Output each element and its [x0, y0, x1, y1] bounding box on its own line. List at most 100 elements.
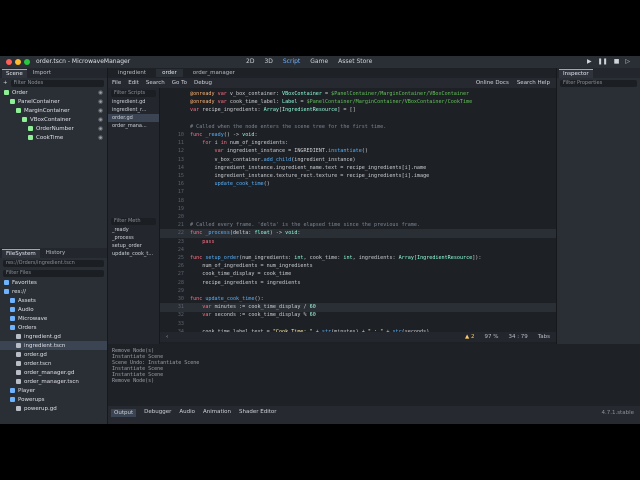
visibility-icon[interactable]: ◉	[98, 135, 103, 141]
tab-shader-editor[interactable]: Shader Editor	[239, 409, 277, 417]
file-item-label: Player	[18, 387, 36, 394]
code-text: for i in num_of_ingredients:	[202, 140, 289, 147]
file-item[interactable]: Powerups	[0, 395, 107, 404]
script-list-item[interactable]: order_mana...	[108, 122, 159, 130]
tab-filesystem[interactable]: FileSystem	[2, 248, 40, 258]
mode-asset-store[interactable]: Asset Store	[338, 58, 372, 65]
file-item[interactable]: ingredient.gd	[0, 332, 107, 341]
code-text: recipe_ingredients = ingredients	[190, 279, 301, 286]
scene-node[interactable]: MarginContainer ◉	[0, 106, 107, 115]
menu-search[interactable]: Search	[146, 80, 165, 86]
mode-3d[interactable]: 3D	[264, 58, 272, 65]
file-item[interactable]: Player	[0, 386, 107, 395]
mode-2d[interactable]: 2D	[246, 58, 254, 65]
file-icon	[16, 334, 21, 339]
scene-node[interactable]: OrderNumber ◉	[0, 124, 107, 133]
code-editor[interactable]: @onready var v_box_container: VBoxContai…	[160, 88, 556, 356]
collapse-icon[interactable]: ‹	[166, 334, 168, 340]
search-help-link[interactable]: Search Help	[517, 80, 550, 86]
minimize-icon[interactable]	[15, 59, 21, 65]
node-icon	[16, 108, 21, 113]
filter-properties-input[interactable]: Filter Properties	[560, 79, 637, 87]
scene-node-label: VBoxContainer	[30, 116, 71, 123]
scene-node[interactable]: PanelContainer ◉	[0, 97, 107, 106]
file-item[interactable]: Favorites	[0, 278, 107, 287]
code-text: var recipe_ingredients: Array[Ingredient…	[190, 107, 356, 114]
tab-import[interactable]: Import	[29, 69, 55, 77]
folder-icon	[4, 280, 9, 285]
file-item[interactable]: order_manager.tscn	[0, 377, 107, 386]
play-scene-icon[interactable]: ▷	[625, 58, 630, 65]
file-item[interactable]: Orders	[0, 323, 107, 332]
file-item-label: Assets	[18, 297, 36, 304]
indent-mode[interactable]: Tabs	[538, 334, 550, 340]
method-list-item[interactable]: _ready	[108, 226, 159, 234]
tab-inspector[interactable]: Inspector	[559, 68, 593, 78]
script-list-item[interactable]: ingredient.gd	[108, 98, 159, 106]
visibility-icon[interactable]: ◉	[98, 90, 103, 96]
file-item-label: order_manager.gd	[24, 369, 75, 376]
file-item[interactable]: Microwave	[0, 314, 107, 323]
warnings-count[interactable]: ▲ 2	[465, 334, 474, 340]
mode-script[interactable]: Script	[283, 58, 300, 65]
file-item[interactable]: order_manager.gd	[0, 368, 107, 377]
tab-animation[interactable]: Animation	[203, 409, 231, 417]
visibility-icon[interactable]: ◉	[98, 126, 103, 132]
script-list-item[interactable]: order.gd	[108, 114, 159, 122]
menu-file[interactable]: File	[112, 80, 121, 86]
method-list-item[interactable]: setup_order	[108, 242, 159, 250]
filter-methods-input[interactable]: Filter Meth	[111, 217, 156, 225]
menu-edit[interactable]: Edit	[128, 80, 139, 86]
code-text: var seconds := cook_time_display % 60	[202, 312, 316, 319]
close-icon[interactable]	[6, 59, 12, 65]
tab-debugger[interactable]: Debugger	[144, 409, 171, 417]
tab-scene[interactable]: Scene	[2, 68, 27, 78]
filesystem-dock: FileSystem History res://Orders/ingredie…	[0, 248, 108, 424]
tab-order_manager[interactable]: order_manager	[187, 69, 241, 77]
pause-icon[interactable]: ❚❚	[598, 58, 608, 65]
mode-game[interactable]: Game	[310, 58, 328, 65]
method-list-item[interactable]: update_cook_t...	[108, 250, 159, 258]
file-item[interactable]: Assets	[0, 296, 107, 305]
file-item[interactable]: order.tscn	[0, 359, 107, 368]
scene-node[interactable]: Order ◉	[0, 88, 107, 97]
scene-node-label: CookTime	[36, 134, 64, 141]
code-text: ingredient_instance.ingredient_name.text…	[190, 164, 427, 171]
add-node-icon[interactable]: +	[3, 80, 8, 86]
file-item[interactable]: ingredient.tscn	[0, 341, 107, 350]
code-status-bar: ‹ ▲ 2 97 % 34 : 79 Tabs	[160, 332, 556, 342]
folder-icon	[10, 397, 15, 402]
play-icon[interactable]: ▶	[587, 58, 592, 65]
tab-order[interactable]: order	[156, 69, 183, 77]
menu-go-to[interactable]: Go To	[172, 80, 187, 86]
inspector-tabs: Inspector	[557, 68, 640, 78]
file-item[interactable]: res://	[0, 287, 107, 296]
tab-ingredient[interactable]: ingredient	[112, 69, 152, 77]
zoom-icon[interactable]	[24, 59, 30, 65]
zoom-level[interactable]: 97 %	[484, 334, 498, 340]
scene-node[interactable]: VBoxContainer ◉	[0, 115, 107, 124]
filter-scripts-input[interactable]: Filter Scripts	[111, 89, 156, 97]
path-field[interactable]: res://Orders/ingredient.tscn	[3, 259, 104, 267]
tab-history[interactable]: History	[42, 249, 70, 257]
methods-filter-row: Filter Meth	[108, 216, 159, 226]
file-item[interactable]: order.gd	[0, 350, 107, 359]
menu-debug[interactable]: Debug	[194, 80, 212, 86]
visibility-icon[interactable]: ◉	[98, 108, 103, 114]
file-item[interactable]: powerup.gd	[0, 404, 107, 413]
script-list-item[interactable]: ingredient_r...	[108, 106, 159, 114]
filter-nodes-input[interactable]: Filter Nodes	[10, 79, 104, 87]
method-items: _ready _process setup_order update_cook_t..…	[108, 226, 159, 258]
visibility-icon[interactable]: ◉	[98, 99, 103, 105]
output-log: Remove Node(s) Instantiate Scene Scene Und…	[108, 344, 640, 406]
online-docs-link[interactable]: Online Docs	[476, 80, 509, 86]
file-item[interactable]: Audio	[0, 305, 107, 314]
method-list-item[interactable]: _process	[108, 234, 159, 242]
tab-audio[interactable]: Audio	[179, 409, 195, 417]
tab-output[interactable]: Output	[111, 409, 137, 417]
visibility-icon[interactable]: ◉	[98, 117, 103, 123]
filter-files-input[interactable]: Filter Files	[3, 269, 104, 277]
scene-node[interactable]: CookTime ◉	[0, 133, 107, 142]
scene-node-label: OrderNumber	[36, 125, 74, 132]
stop-icon[interactable]: ■	[614, 58, 620, 65]
